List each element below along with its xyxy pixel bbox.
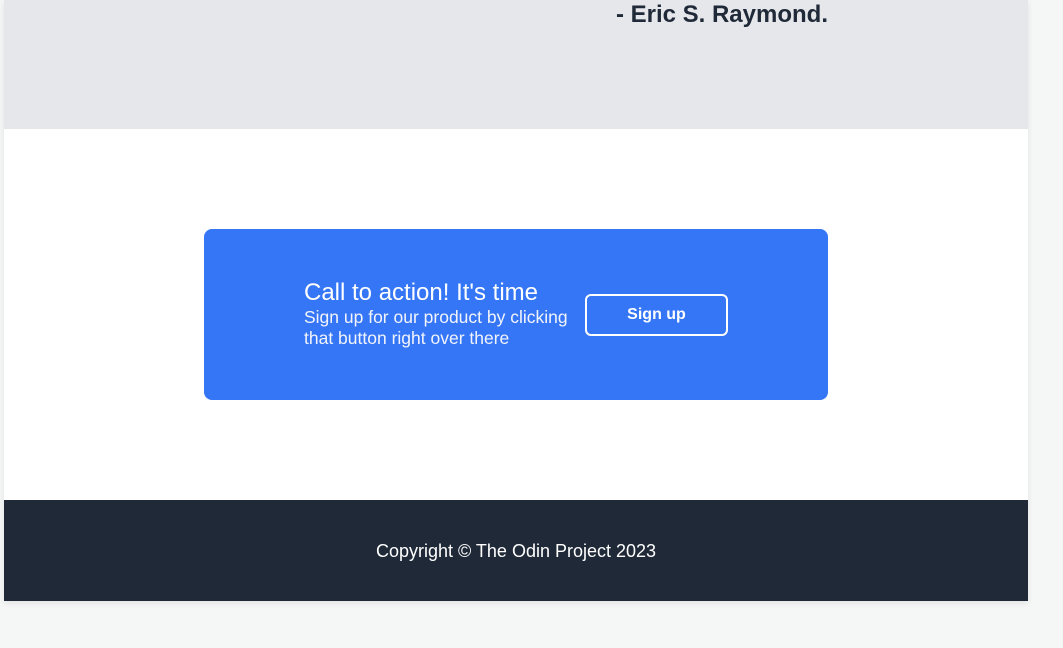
quote-section: - Eric S. Raymond.	[4, 0, 1028, 129]
cta-title: Call to action! It's time	[304, 279, 538, 306]
footer: Copyright © The Odin Project 2023	[4, 500, 1028, 601]
cta-text: Call to action! It's time Sign up for ou…	[304, 279, 586, 349]
quote-author: - Eric S. Raymond.	[615, 1, 828, 28]
sign-up-button[interactable]: Sign up	[585, 294, 728, 336]
cta-box: Call to action! It's time Sign up for ou…	[204, 229, 828, 400]
footer-copyright: Copyright © The Odin Project 2023	[375, 540, 657, 561]
cta-subtitle: Sign up for our product by clicking that…	[304, 307, 568, 348]
page-container: - Eric S. Raymond. Call to action! It's …	[4, 0, 1028, 601]
cta-section: Call to action! It's time Sign up for ou…	[4, 129, 1028, 500]
